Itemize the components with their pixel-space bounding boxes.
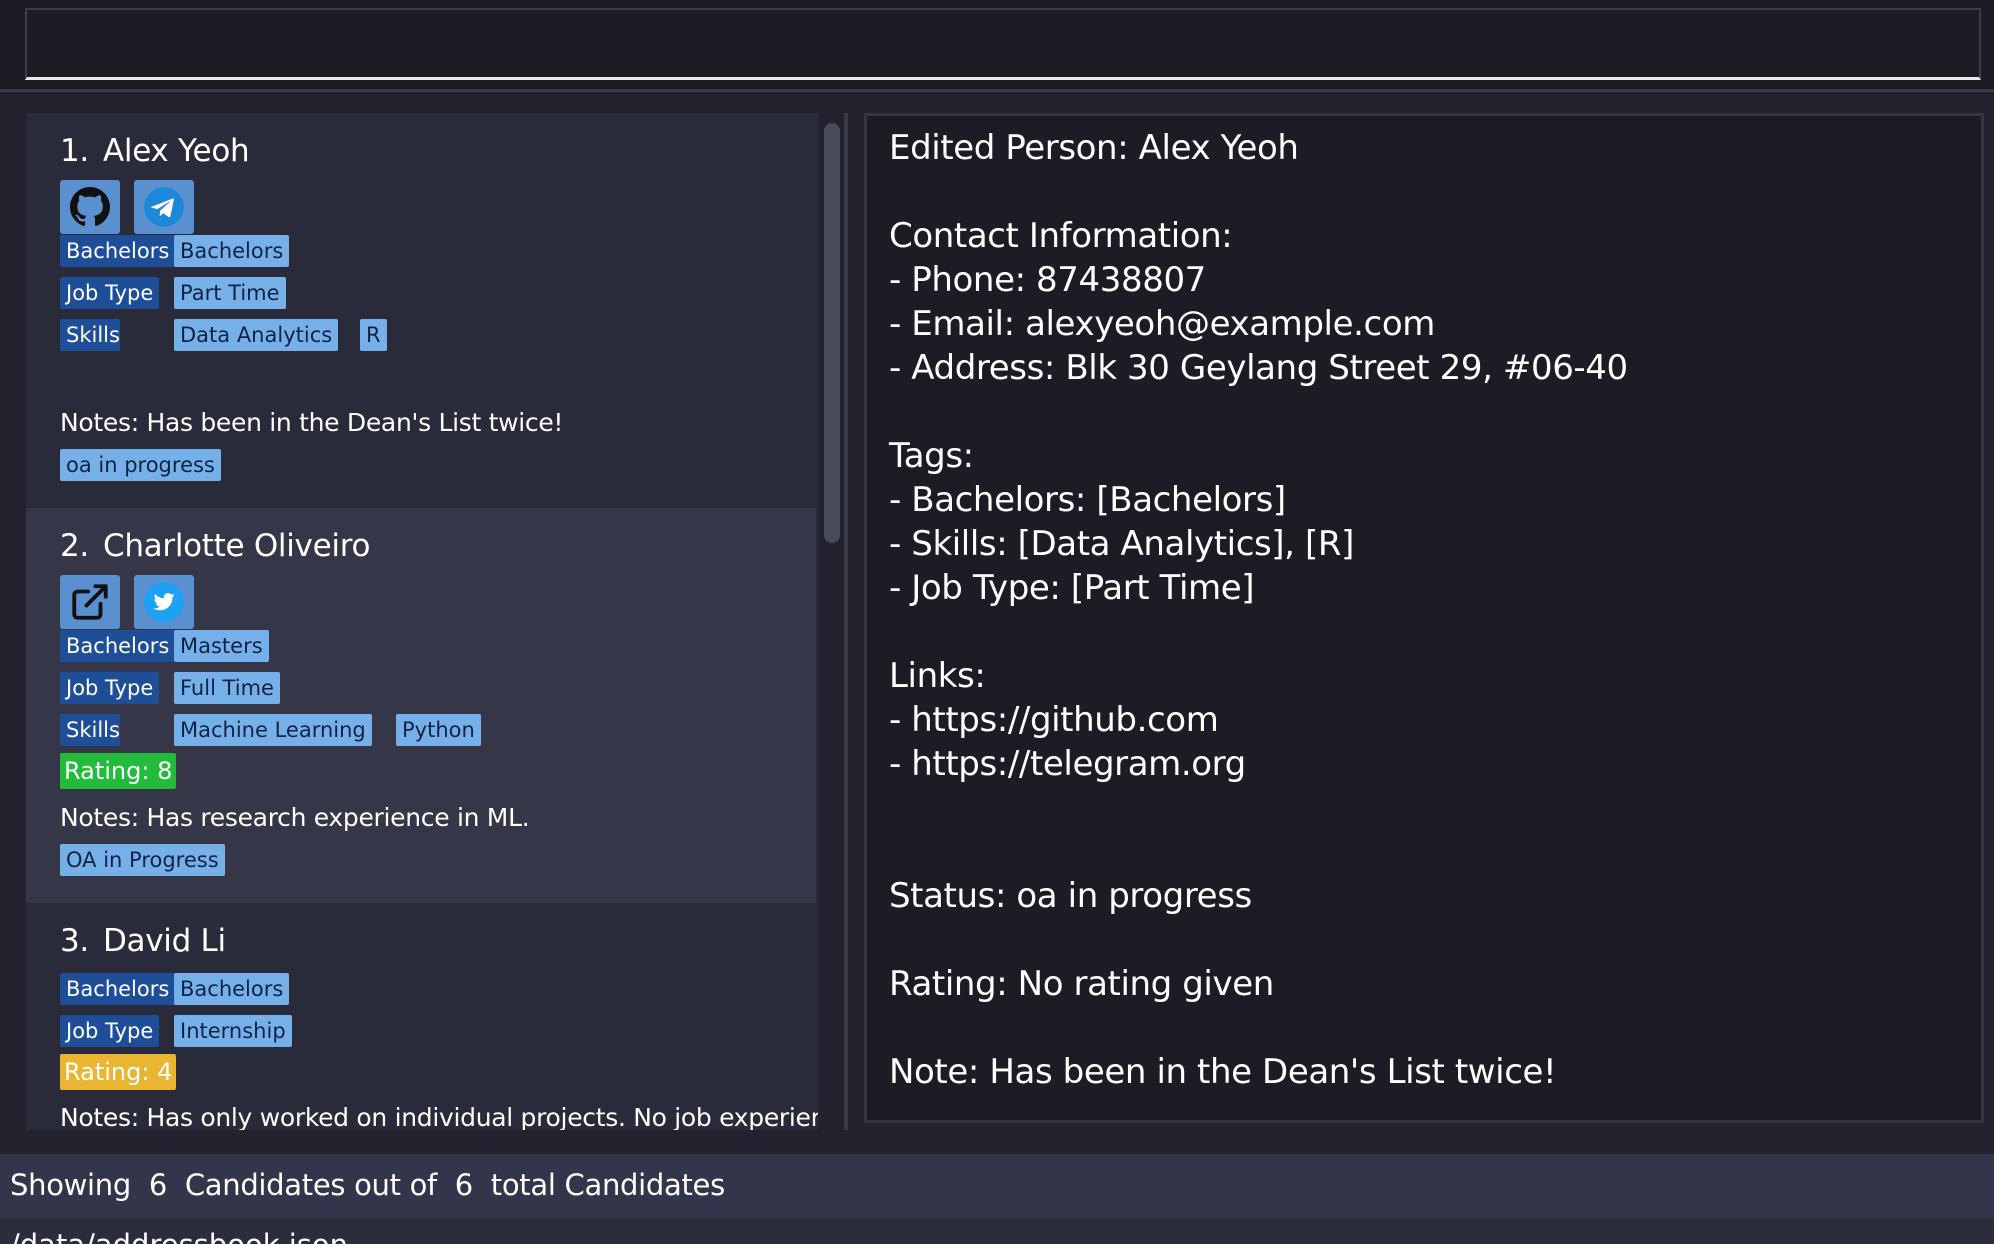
candidate-title: 2. Charlotte Oliveiro: [60, 528, 370, 564]
file-path: /data/addressbook.json: [10, 1228, 348, 1244]
candidate-list[interactable]: 1. Alex Yeoh Bachelors Bachelors Job Type…: [26, 113, 818, 1130]
command-area: [0, 0, 1994, 92]
tag-value: Bachelors: [174, 235, 290, 267]
candidate-card[interactable]: 2. Charlotte Oliveiro Bachelors Masters J…: [26, 508, 816, 903]
link-icons: [60, 180, 194, 234]
command-input[interactable]: [25, 8, 1981, 80]
status-bar: Showing 6 Candidates out of 6 total Cand…: [0, 1154, 1994, 1218]
candidate-name: David Li: [102, 923, 226, 959]
status-tag: oa in progress: [60, 449, 221, 481]
tag-category: Job Type: [60, 277, 160, 309]
list-scrollbar-thumb[interactable]: [824, 123, 840, 543]
tag-category: Skills: [60, 714, 120, 746]
tag-value: Part Time: [174, 277, 286, 309]
split-divider[interactable]: [844, 113, 848, 1130]
tag-value: Data Analytics: [174, 319, 339, 351]
rating-badge: Rating: 8: [60, 753, 177, 789]
tag-value: Internship: [174, 1015, 292, 1047]
tag-value: R: [360, 319, 387, 351]
candidate-name: Alex Yeoh: [102, 133, 250, 169]
candidate-title: 3. David Li: [60, 923, 226, 959]
link-icons: [60, 575, 194, 629]
tag-category: Bachelors: [60, 630, 176, 662]
candidate-notes: Notes: Has only worked on individual pro…: [60, 1103, 818, 1130]
candidate-index: 2.: [60, 528, 89, 564]
candidate-notes: Notes: Has research experience in ML.: [60, 803, 530, 832]
tag-value: Masters: [174, 630, 269, 662]
candidate-card[interactable]: 3. David Li Bachelors Bachelors Job Type …: [26, 903, 818, 1130]
result-display: Edited Person: Alex Yeoh Contact Informa…: [864, 113, 1984, 1123]
tag-category: Skills: [60, 319, 120, 351]
external-link-icon[interactable]: [60, 575, 120, 629]
tag-value: Python: [396, 714, 481, 746]
main-area: 1. Alex Yeoh Bachelors Bachelors Job Type…: [4, 95, 1994, 1130]
tag-category: Job Type: [60, 1015, 160, 1047]
result-text: Edited Person: Alex Yeoh Contact Informa…: [889, 128, 1628, 1092]
file-path-bar: /data/addressbook.json: [0, 1218, 1994, 1244]
telegram-icon[interactable]: [134, 180, 194, 234]
github-icon[interactable]: [60, 180, 120, 234]
twitter-icon[interactable]: [134, 575, 194, 629]
status-tag: OA in Progress: [60, 844, 225, 876]
tag-value: Bachelors: [174, 973, 290, 1005]
tag-category: Job Type: [60, 672, 160, 704]
tag-value: Full Time: [174, 672, 280, 704]
candidate-notes: Notes: Has been in the Dean's List twice…: [60, 408, 564, 437]
candidate-count-text: Showing 6 Candidates out of 6 total Cand…: [10, 1168, 725, 1202]
main-bottom-gap: [0, 1130, 1994, 1154]
candidate-index: 3.: [60, 923, 89, 959]
candidate-card[interactable]: 1. Alex Yeoh Bachelors Bachelors Job Type…: [26, 113, 816, 508]
candidate-index: 1.: [60, 133, 89, 169]
rating-badge: Rating: 4: [60, 1054, 177, 1090]
tag-category: Bachelors: [60, 973, 176, 1005]
tag-category: Bachelors: [60, 235, 176, 267]
tag-value: Machine Learning: [174, 714, 372, 746]
candidate-name: Charlotte Oliveiro: [102, 528, 371, 564]
candidate-title: 1. Alex Yeoh: [60, 133, 250, 169]
